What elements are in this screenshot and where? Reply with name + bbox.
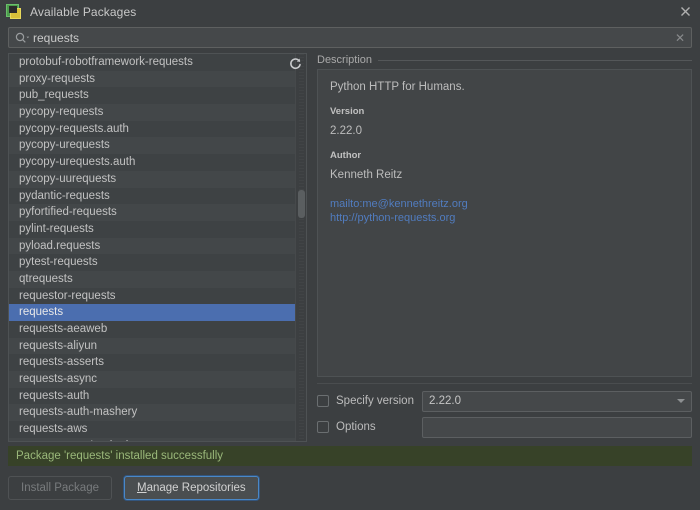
search-box[interactable]: ✕ bbox=[8, 27, 692, 48]
scrollbar-thumb[interactable] bbox=[298, 190, 305, 218]
available-packages-dialog: Available Packages ✕ protobuf-robotframe… bbox=[0, 0, 700, 510]
package-list-item[interactable]: requests-aws4auth-sign bbox=[9, 437, 306, 441]
install-package-button[interactable]: Install Package bbox=[8, 476, 112, 500]
options-checkbox[interactable] bbox=[317, 421, 329, 433]
search-row: ✕ bbox=[0, 23, 700, 53]
package-list-item[interactable]: pycopy-urequests bbox=[9, 137, 306, 155]
package-list-item[interactable]: requests-aliyun bbox=[9, 337, 306, 355]
package-list-item[interactable]: pycopy-requests bbox=[9, 104, 306, 121]
window-title: Available Packages bbox=[30, 4, 137, 19]
options-label: Options bbox=[336, 421, 376, 433]
version-value: 2.22.0 bbox=[330, 125, 362, 137]
button-row: Install Package Manage Repositories bbox=[0, 466, 700, 510]
specify-version-checkbox[interactable] bbox=[317, 395, 329, 407]
description-title: Description bbox=[317, 54, 373, 66]
status-banner: Package 'requests' installed successfull… bbox=[8, 446, 692, 466]
description-summary: Python HTTP for Humans. bbox=[330, 81, 465, 93]
package-list-item[interactable]: pycopy-urequests.auth bbox=[9, 154, 306, 171]
description-pane: Description Python HTTP for Humans. Vers… bbox=[317, 53, 692, 442]
package-list-item[interactable]: proxy-requests bbox=[9, 70, 306, 88]
homepage-link[interactable]: http://python-requests.org bbox=[330, 211, 679, 225]
chevron-down-icon bbox=[677, 399, 685, 403]
specify-version-label: Specify version bbox=[336, 395, 414, 407]
version-select[interactable]: 2.22.0 bbox=[422, 390, 692, 412]
package-list-item[interactable]: requests-auth bbox=[9, 387, 306, 405]
package-list-scroll: protobuf-robotframework-requests proxy-re… bbox=[9, 54, 306, 441]
package-list-item[interactable]: requests-asserts bbox=[9, 354, 306, 372]
package-list[interactable]: protobuf-robotframework-requests proxy-re… bbox=[8, 53, 307, 442]
main-content: protobuf-robotframework-requests proxy-re… bbox=[0, 53, 700, 442]
description-body: Python HTTP for Humans. Version 2.22.0 A… bbox=[317, 69, 692, 377]
search-input[interactable] bbox=[33, 28, 669, 47]
manage-label-rest: anage Repositories bbox=[146, 482, 246, 494]
package-list-item[interactable]: requestor-requests bbox=[9, 287, 306, 305]
package-list-item[interactable]: pycopy-requests.auth bbox=[9, 120, 306, 138]
clear-icon[interactable]: ✕ bbox=[669, 32, 691, 44]
package-list-item[interactable]: pycopy-uurequests bbox=[9, 170, 306, 188]
description-group-header: Description bbox=[317, 53, 692, 67]
package-list-item[interactable]: requests bbox=[9, 304, 306, 321]
package-list-item[interactable]: requests-auth-mashery bbox=[9, 404, 306, 422]
package-list-item[interactable]: pub_requests bbox=[9, 87, 306, 105]
author-value: Kenneth Reitz bbox=[330, 169, 403, 181]
options-area: Specify version 2.22.0 Options bbox=[317, 383, 692, 442]
package-list-item[interactable]: pyfortified-requests bbox=[9, 204, 306, 221]
package-list-item[interactable]: pydantic-requests bbox=[9, 187, 306, 205]
title-bar: Available Packages bbox=[0, 0, 700, 23]
close-icon[interactable] bbox=[677, 3, 694, 20]
package-list-item[interactable]: protobuf-robotframework-requests bbox=[9, 54, 306, 71]
manage-repositories-button[interactable]: Manage Repositories bbox=[124, 476, 259, 500]
package-list-item[interactable]: requests-aeaweb bbox=[9, 321, 306, 338]
version-select-value: 2.22.0 bbox=[429, 395, 461, 407]
package-list-item[interactable]: pylint-requests bbox=[9, 220, 306, 238]
options-row: Options bbox=[317, 416, 692, 438]
manage-mnemonic: M bbox=[137, 482, 147, 494]
package-list-item[interactable]: pyload.requests bbox=[9, 237, 306, 255]
refresh-icon[interactable] bbox=[288, 56, 303, 71]
description-links: mailto:me@kennethreitz.org http://python… bbox=[330, 197, 679, 225]
version-label: Version bbox=[330, 106, 365, 117]
status-message: Package 'requests' installed successfull… bbox=[16, 450, 224, 462]
author-label: Author bbox=[330, 150, 362, 161]
options-input[interactable] bbox=[422, 416, 692, 438]
package-list-item[interactable]: requests-aws bbox=[9, 421, 306, 438]
package-list-item[interactable]: qtrequests bbox=[9, 270, 306, 288]
package-list-scrollbar[interactable] bbox=[295, 54, 306, 441]
package-list-item[interactable]: requests-async bbox=[9, 371, 306, 388]
specify-version-row: Specify version 2.22.0 bbox=[317, 390, 692, 412]
description-rule bbox=[378, 59, 692, 61]
package-list-item[interactable]: pytest-requests bbox=[9, 254, 306, 271]
search-icon[interactable] bbox=[9, 32, 33, 44]
package-icon bbox=[6, 3, 22, 20]
mail-link[interactable]: mailto:me@kennethreitz.org bbox=[330, 197, 679, 211]
